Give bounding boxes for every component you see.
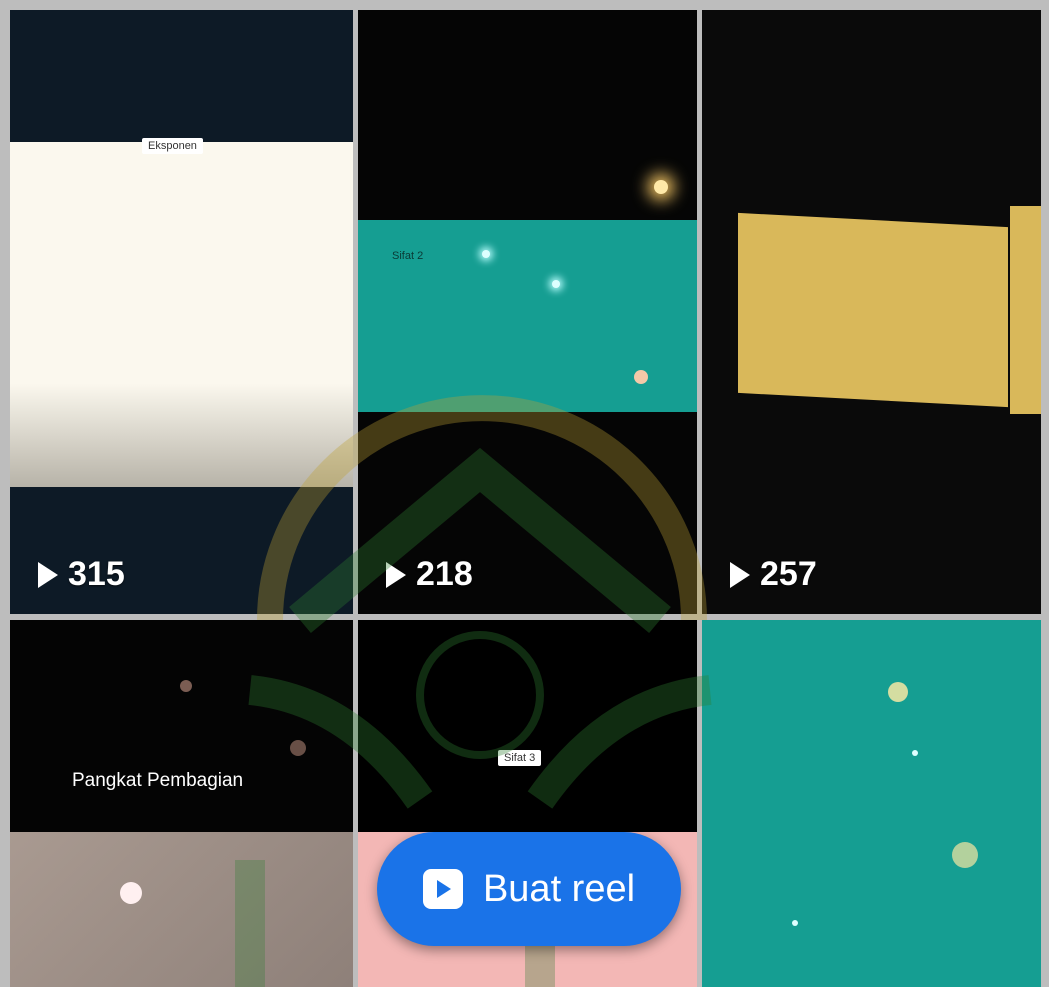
reel-tile[interactable]: [702, 620, 1041, 987]
create-reel-button[interactable]: Buat reel: [377, 832, 681, 946]
reel-thumbnail: [738, 212, 1008, 408]
view-count-value: 257: [760, 555, 817, 593]
star-sparkle: [552, 280, 560, 288]
view-count: 218: [386, 555, 473, 594]
reel-caption: Sifat 3: [498, 750, 542, 766]
heart-shape: [120, 882, 142, 904]
star-sparkle: [634, 370, 648, 384]
play-icon: [38, 561, 58, 588]
star-sparkle: [482, 250, 490, 258]
create-reel-label: Buat reel: [482, 867, 636, 910]
reel-tile[interactable]: 257: [702, 10, 1041, 614]
reel-caption: Sifat 2: [392, 250, 424, 262]
reel-tile[interactable]: Pangkat Pembagian: [10, 620, 353, 987]
reel-thumbnail: [1010, 206, 1041, 414]
bokeh-light: [792, 920, 798, 926]
reel-tile[interactable]: Sifat 2 218: [358, 10, 697, 614]
view-count: 315: [38, 555, 125, 594]
star-sparkle: [654, 180, 668, 194]
bokeh-light: [912, 750, 918, 756]
bokeh-light: [952, 842, 978, 868]
view-count-value: 218: [416, 555, 473, 593]
reel-thumbnail: [10, 832, 353, 987]
reel-caption: Pangkat Pembagian: [72, 770, 244, 791]
reel-tile[interactable]: Eksponen 315: [10, 10, 353, 614]
reel-thumbnail: [10, 142, 353, 487]
reel-icon: [422, 869, 463, 909]
reel-caption: Eksponen: [142, 138, 203, 154]
bokeh-light: [888, 682, 908, 702]
bokeh-light: [290, 740, 306, 756]
play-icon: [386, 561, 406, 588]
bokeh-light: [180, 680, 192, 692]
view-count: 257: [730, 555, 817, 594]
play-icon: [730, 561, 750, 588]
view-count-value: 315: [68, 555, 125, 593]
